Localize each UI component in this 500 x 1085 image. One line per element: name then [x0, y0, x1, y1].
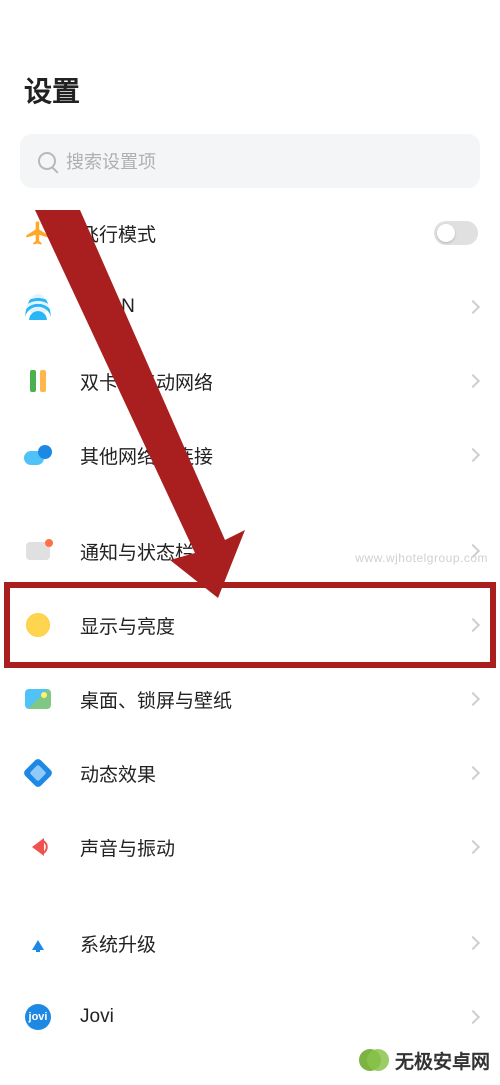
brightness-icon: [26, 613, 50, 637]
chevron-right-icon: [466, 840, 480, 854]
chevron-right-icon: [466, 618, 480, 632]
notification-icon: [26, 542, 50, 560]
row-label: 声音与振动: [80, 834, 468, 861]
link-icon: [24, 445, 52, 465]
chevron-right-icon: [466, 766, 480, 780]
settings-row-jovi[interactable]: jovi Jovi: [0, 980, 500, 1054]
row-label: WLAN: [80, 296, 468, 318]
row-label: 飞行模式: [80, 220, 434, 247]
row-label: 显示与亮度: [80, 612, 468, 639]
watermark-url: www.wjhotelgroup.com: [355, 551, 488, 565]
row-label: Jovi: [80, 1006, 468, 1028]
settings-row-airplane[interactable]: 飞行模式: [0, 196, 500, 270]
settings-row-sim[interactable]: 双卡与移动网络: [0, 344, 500, 418]
settings-row-upgrade[interactable]: 系统升级: [0, 906, 500, 980]
settings-list: 飞行模式WLAN双卡与移动网络其他网络与连接通知与状态栏显示与亮度桌面、锁屏与壁…: [0, 196, 500, 1054]
watermark-text: 无极安卓网: [395, 1047, 490, 1074]
sim-icon: [30, 370, 46, 392]
airplane-icon: [24, 219, 52, 247]
chevron-right-icon: [466, 300, 480, 314]
settings-row-wlan[interactable]: WLAN: [0, 270, 500, 344]
settings-row-sound[interactable]: 声音与振动: [0, 810, 500, 884]
settings-row-motion[interactable]: 动态效果: [0, 736, 500, 810]
row-label: 动态效果: [80, 760, 468, 787]
sound-icon: [27, 836, 49, 858]
settings-row-wallpaper[interactable]: 桌面、锁屏与壁纸: [0, 662, 500, 736]
search-placeholder: 搜索设置项: [66, 148, 156, 174]
settings-row-display[interactable]: 显示与亮度: [0, 588, 500, 662]
watermark: 无极安卓网: [359, 1045, 490, 1075]
toggle-switch[interactable]: [434, 221, 478, 245]
search-input[interactable]: 搜索设置项: [20, 134, 480, 188]
chevron-right-icon: [466, 1010, 480, 1024]
row-label: 系统升级: [80, 930, 468, 957]
wifi-icon: [25, 294, 51, 320]
settings-row-other-net[interactable]: 其他网络与连接: [0, 418, 500, 492]
chevron-right-icon: [466, 692, 480, 706]
chevron-right-icon: [466, 936, 480, 950]
motion-icon: [22, 757, 53, 788]
row-label: 双卡与移动网络: [80, 368, 468, 395]
row-label: 其他网络与连接: [80, 442, 468, 469]
upgrade-icon: [27, 932, 49, 954]
row-label: 桌面、锁屏与壁纸: [80, 686, 468, 713]
page-title: 设置: [0, 0, 500, 134]
chevron-right-icon: [466, 374, 480, 388]
search-icon: [38, 152, 56, 170]
watermark-logo-icon: [359, 1045, 389, 1075]
wallpaper-icon: [25, 689, 51, 709]
chevron-right-icon: [466, 448, 480, 462]
jovi-icon: jovi: [25, 1004, 51, 1030]
